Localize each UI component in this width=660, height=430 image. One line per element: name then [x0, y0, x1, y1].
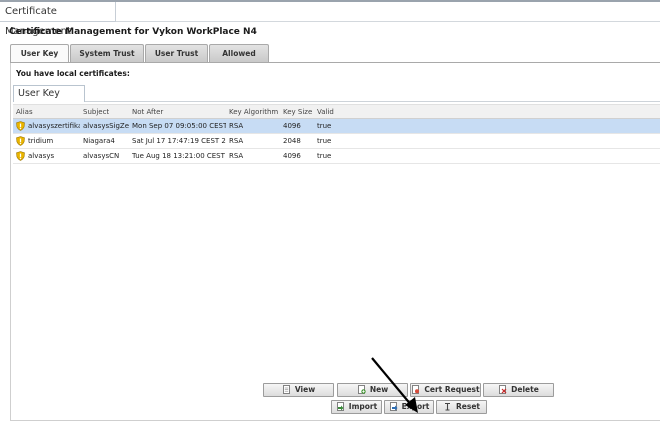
not-after-cell: Sat Jul 17 17:47:19 CEST 2021 [132, 137, 226, 145]
subject-cell: alvasysCN [83, 152, 120, 160]
delete-button[interactable]: Delete [483, 383, 554, 397]
alias-cell: alvasys [28, 152, 55, 160]
tab-allowed-hosts[interactable]: Allowed Hosts [209, 44, 269, 75]
valid-cell: true [317, 152, 332, 160]
key-size-cell: 4096 [283, 152, 301, 160]
cert-request-label: Cert Request [424, 385, 480, 394]
key-algorithm-cell: RSA [229, 152, 244, 160]
reset-button[interactable]: Reset [436, 400, 487, 414]
tab-system-trust-store[interactable]: System Trust Store [70, 44, 144, 75]
tab-user-key-store[interactable]: User Key Store [10, 44, 69, 75]
subject-cell: alvasysSigZert [83, 122, 129, 130]
view-button[interactable]: View [263, 383, 334, 397]
document-icon [282, 385, 290, 394]
key-size-cell: 4096 [283, 122, 301, 130]
table-header: Alias Subject Not After Key Algorithm Ke… [13, 104, 660, 119]
table-row[interactable]: tridium Niagara4 Sat Jul 17 17:47:19 CES… [13, 134, 660, 149]
reset-label: Reset [456, 402, 480, 411]
table-row[interactable]: alvasyszertifikat alvasysSigZert Mon Sep… [13, 119, 660, 134]
window-title-tab[interactable]: Certificate Management [0, 2, 116, 37]
not-after-cell: Tue Aug 18 13:21:00 CEST 2099 [132, 152, 226, 160]
certificate-table: Alias Subject Not After Key Algorithm Ke… [13, 104, 660, 164]
table-row[interactable]: alvasys alvasysCN Tue Aug 18 13:21:00 CE… [13, 149, 660, 164]
key-algorithm-cell: RSA [229, 137, 244, 145]
page-heading: Certificate Management for Vykon WorkPla… [9, 27, 257, 37]
delete-label: Delete [511, 385, 539, 394]
delete-icon [499, 385, 507, 394]
title-divider [116, 21, 660, 22]
column-header-key-algorithm[interactable]: Key Algorithm [226, 105, 278, 119]
column-header-subject[interactable]: Subject [80, 105, 109, 119]
key-algorithm-cell: RSA [229, 122, 244, 130]
store-title-divider [85, 101, 660, 102]
column-header-alias[interactable]: Alias [13, 105, 33, 119]
not-after-cell: Mon Sep 07 09:05:00 CEST 2099 [132, 122, 226, 130]
local-certificates-note: You have local certificates: [16, 69, 130, 78]
user-key-store-title: User Key Store [13, 85, 85, 115]
key-size-cell: 2048 [283, 137, 301, 145]
import-icon [336, 402, 344, 411]
shield-icon [16, 151, 25, 161]
column-header-key-size[interactable]: Key Size [280, 105, 312, 119]
subject-cell: Niagara4 [83, 137, 115, 145]
valid-cell: true [317, 122, 332, 130]
shield-icon [16, 121, 25, 131]
alias-cell: alvasyszertifikat [28, 122, 80, 130]
view-label: View [294, 385, 316, 394]
shield-icon [16, 136, 25, 146]
column-header-valid[interactable]: Valid [314, 105, 334, 119]
alias-cell: tridium [28, 137, 54, 145]
column-header-not-after[interactable]: Not After [129, 105, 163, 119]
reset-icon [445, 402, 450, 411]
valid-cell: true [317, 137, 332, 145]
tab-user-trust-store[interactable]: User Trust Store [145, 44, 208, 75]
arrow-icon [371, 357, 418, 413]
